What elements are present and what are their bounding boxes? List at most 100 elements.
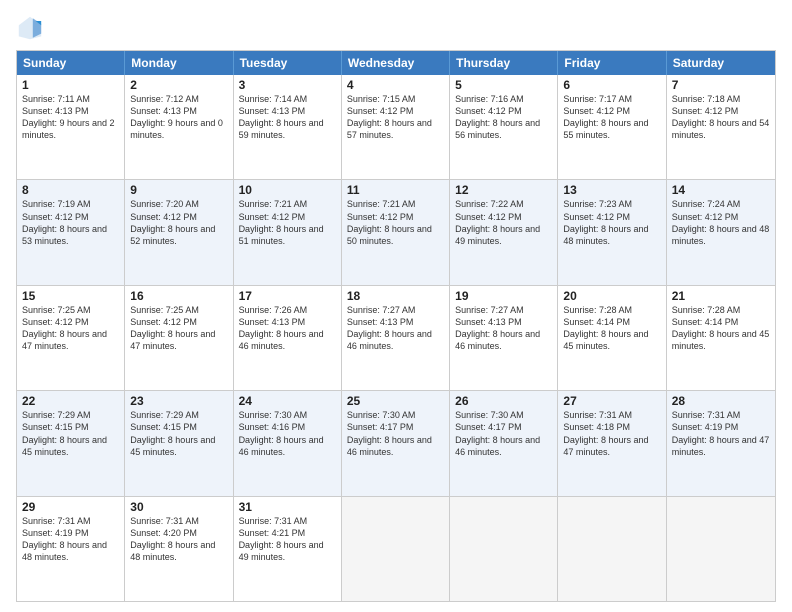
day-number: 22 xyxy=(22,394,119,408)
day-number: 23 xyxy=(130,394,227,408)
calendar-header: SundayMondayTuesdayWednesdayThursdayFrid… xyxy=(17,51,775,75)
logo xyxy=(16,14,48,42)
day-number: 1 xyxy=(22,78,119,92)
calendar-cell: 13 Sunrise: 7:23 AM Sunset: 4:12 PM Dayli… xyxy=(558,180,666,284)
day-number: 8 xyxy=(22,183,119,197)
calendar-body: 1 Sunrise: 7:11 AM Sunset: 4:13 PM Daylig… xyxy=(17,75,775,601)
calendar-cell: 26 Sunrise: 7:30 AM Sunset: 4:17 PM Dayli… xyxy=(450,391,558,495)
day-number: 7 xyxy=(672,78,770,92)
cell-sun-info: Sunrise: 7:30 AM Sunset: 4:17 PM Dayligh… xyxy=(455,410,540,456)
day-number: 26 xyxy=(455,394,552,408)
calendar-cell-empty xyxy=(342,497,450,601)
day-number: 4 xyxy=(347,78,444,92)
cell-sun-info: Sunrise: 7:25 AM Sunset: 4:12 PM Dayligh… xyxy=(130,305,215,351)
day-number: 13 xyxy=(563,183,660,197)
day-number: 16 xyxy=(130,289,227,303)
day-number: 21 xyxy=(672,289,770,303)
day-number: 3 xyxy=(239,78,336,92)
calendar-row: 1 Sunrise: 7:11 AM Sunset: 4:13 PM Daylig… xyxy=(17,75,775,179)
cell-sun-info: Sunrise: 7:18 AM Sunset: 4:12 PM Dayligh… xyxy=(672,94,770,140)
weekday-header: Saturday xyxy=(667,51,775,75)
weekday-header: Monday xyxy=(125,51,233,75)
calendar-cell: 25 Sunrise: 7:30 AM Sunset: 4:17 PM Dayli… xyxy=(342,391,450,495)
calendar-cell: 23 Sunrise: 7:29 AM Sunset: 4:15 PM Dayli… xyxy=(125,391,233,495)
cell-sun-info: Sunrise: 7:31 AM Sunset: 4:21 PM Dayligh… xyxy=(239,516,324,562)
weekday-header: Wednesday xyxy=(342,51,450,75)
calendar-cell: 1 Sunrise: 7:11 AM Sunset: 4:13 PM Daylig… xyxy=(17,75,125,179)
cell-sun-info: Sunrise: 7:11 AM Sunset: 4:13 PM Dayligh… xyxy=(22,94,115,140)
weekday-header: Sunday xyxy=(17,51,125,75)
calendar-row: 15Sunrise: 7:25 AM Sunset: 4:12 PM Dayli… xyxy=(17,285,775,390)
header xyxy=(16,14,776,42)
cell-sun-info: Sunrise: 7:31 AM Sunset: 4:19 PM Dayligh… xyxy=(22,516,107,562)
cell-sun-info: Sunrise: 7:30 AM Sunset: 4:17 PM Dayligh… xyxy=(347,410,432,456)
day-number: 31 xyxy=(239,500,336,514)
cell-sun-info: Sunrise: 7:27 AM Sunset: 4:13 PM Dayligh… xyxy=(455,305,540,351)
calendar-cell-empty xyxy=(558,497,666,601)
cell-sun-info: Sunrise: 7:29 AM Sunset: 4:15 PM Dayligh… xyxy=(130,410,215,456)
cell-sun-info: Sunrise: 7:24 AM Sunset: 4:12 PM Dayligh… xyxy=(672,199,770,245)
cell-sun-info: Sunrise: 7:16 AM Sunset: 4:12 PM Dayligh… xyxy=(455,94,540,140)
calendar-cell-empty xyxy=(667,497,775,601)
day-number: 18 xyxy=(347,289,444,303)
cell-sun-info: Sunrise: 7:25 AM Sunset: 4:12 PM Dayligh… xyxy=(22,305,107,351)
weekday-header: Tuesday xyxy=(234,51,342,75)
day-number: 14 xyxy=(672,183,770,197)
calendar-cell: 14 Sunrise: 7:24 AM Sunset: 4:12 PM Dayli… xyxy=(667,180,775,284)
calendar-cell: 18 Sunrise: 7:27 AM Sunset: 4:13 PM Dayli… xyxy=(342,286,450,390)
calendar-cell-empty xyxy=(450,497,558,601)
cell-sun-info: Sunrise: 7:21 AM Sunset: 4:12 PM Dayligh… xyxy=(347,199,432,245)
cell-sun-info: Sunrise: 7:22 AM Sunset: 4:12 PM Dayligh… xyxy=(455,199,540,245)
cell-sun-info: Sunrise: 7:12 AM Sunset: 4:13 PM Dayligh… xyxy=(130,94,223,140)
cell-sun-info: Sunrise: 7:14 AM Sunset: 4:13 PM Dayligh… xyxy=(239,94,324,140)
calendar-row: 8 Sunrise: 7:19 AM Sunset: 4:12 PM Daylig… xyxy=(17,179,775,284)
cell-sun-info: Sunrise: 7:29 AM Sunset: 4:15 PM Dayligh… xyxy=(22,410,107,456)
cell-sun-info: Sunrise: 7:17 AM Sunset: 4:12 PM Dayligh… xyxy=(563,94,648,140)
calendar-cell: 10 Sunrise: 7:21 AM Sunset: 4:12 PM Dayli… xyxy=(234,180,342,284)
main-container: SundayMondayTuesdayWednesdayThursdayFrid… xyxy=(0,0,792,612)
cell-sun-info: Sunrise: 7:15 AM Sunset: 4:12 PM Dayligh… xyxy=(347,94,432,140)
calendar-cell: 4 Sunrise: 7:15 AM Sunset: 4:12 PM Daylig… xyxy=(342,75,450,179)
calendar-cell: 27Sunrise: 7:31 AM Sunset: 4:18 PM Dayli… xyxy=(558,391,666,495)
calendar-cell: 2 Sunrise: 7:12 AM Sunset: 4:13 PM Daylig… xyxy=(125,75,233,179)
day-number: 5 xyxy=(455,78,552,92)
calendar-cell: 3 Sunrise: 7:14 AM Sunset: 4:13 PM Daylig… xyxy=(234,75,342,179)
day-number: 28 xyxy=(672,394,770,408)
weekday-header: Thursday xyxy=(450,51,558,75)
day-number: 20 xyxy=(563,289,660,303)
calendar-cell: 31 Sunrise: 7:31 AM Sunset: 4:21 PM Dayli… xyxy=(234,497,342,601)
calendar-cell: 8 Sunrise: 7:19 AM Sunset: 4:12 PM Daylig… xyxy=(17,180,125,284)
calendar-cell: 28 Sunrise: 7:31 AM Sunset: 4:19 PM Dayli… xyxy=(667,391,775,495)
cell-sun-info: Sunrise: 7:31 AM Sunset: 4:18 PM Dayligh… xyxy=(563,410,648,456)
day-number: 30 xyxy=(130,500,227,514)
day-number: 24 xyxy=(239,394,336,408)
calendar-cell: 12 Sunrise: 7:22 AM Sunset: 4:12 PM Dayli… xyxy=(450,180,558,284)
day-number: 12 xyxy=(455,183,552,197)
day-number: 29 xyxy=(22,500,119,514)
calendar-row: 29 Sunrise: 7:31 AM Sunset: 4:19 PM Dayli… xyxy=(17,496,775,601)
cell-sun-info: Sunrise: 7:26 AM Sunset: 4:13 PM Dayligh… xyxy=(239,305,324,351)
logo-icon xyxy=(16,14,44,42)
day-number: 10 xyxy=(239,183,336,197)
calendar-cell: 22 Sunrise: 7:29 AM Sunset: 4:15 PM Dayli… xyxy=(17,391,125,495)
calendar-cell: 20 Sunrise: 7:28 AM Sunset: 4:14 PM Dayli… xyxy=(558,286,666,390)
cell-sun-info: Sunrise: 7:23 AM Sunset: 4:12 PM Dayligh… xyxy=(563,199,648,245)
day-number: 9 xyxy=(130,183,227,197)
day-number: 19 xyxy=(455,289,552,303)
calendar-row: 22 Sunrise: 7:29 AM Sunset: 4:15 PM Dayli… xyxy=(17,390,775,495)
cell-sun-info: Sunrise: 7:28 AM Sunset: 4:14 PM Dayligh… xyxy=(672,305,770,351)
cell-sun-info: Sunrise: 7:31 AM Sunset: 4:20 PM Dayligh… xyxy=(130,516,215,562)
day-number: 6 xyxy=(563,78,660,92)
cell-sun-info: Sunrise: 7:30 AM Sunset: 4:16 PM Dayligh… xyxy=(239,410,324,456)
cell-sun-info: Sunrise: 7:31 AM Sunset: 4:19 PM Dayligh… xyxy=(672,410,770,456)
cell-sun-info: Sunrise: 7:27 AM Sunset: 4:13 PM Dayligh… xyxy=(347,305,432,351)
calendar-cell: 17Sunrise: 7:26 AM Sunset: 4:13 PM Dayli… xyxy=(234,286,342,390)
cell-sun-info: Sunrise: 7:21 AM Sunset: 4:12 PM Dayligh… xyxy=(239,199,324,245)
day-number: 2 xyxy=(130,78,227,92)
cell-sun-info: Sunrise: 7:28 AM Sunset: 4:14 PM Dayligh… xyxy=(563,305,648,351)
day-number: 11 xyxy=(347,183,444,197)
calendar: SundayMondayTuesdayWednesdayThursdayFrid… xyxy=(16,50,776,602)
cell-sun-info: Sunrise: 7:19 AM Sunset: 4:12 PM Dayligh… xyxy=(22,199,107,245)
calendar-cell: 19 Sunrise: 7:27 AM Sunset: 4:13 PM Dayli… xyxy=(450,286,558,390)
day-number: 25 xyxy=(347,394,444,408)
